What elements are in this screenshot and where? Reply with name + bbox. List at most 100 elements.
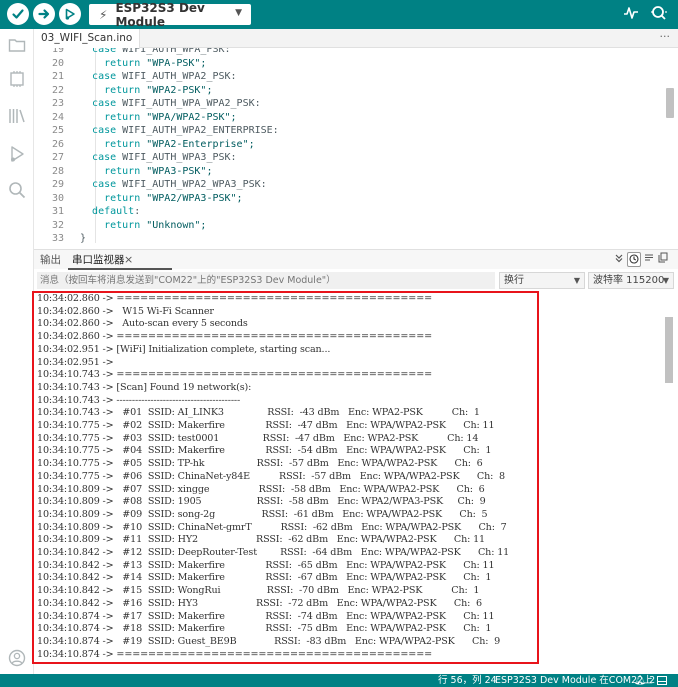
upload-button[interactable]: [33, 3, 55, 25]
serial-line: 10:34:10.874 -> #19 SSID: Guest_BE9B RSS…: [37, 635, 501, 647]
line-number: 24: [51, 111, 64, 123]
file-tab[interactable]: 03_WIFI_Scan.ino: [34, 29, 141, 48]
serial-message-input[interactable]: [37, 272, 495, 289]
line-number: 22: [51, 84, 64, 96]
debug-button[interactable]: [59, 3, 81, 25]
code-text: case WIFI_AUTH_WPA2_ENTERPRISE:: [80, 124, 279, 138]
cursor-position[interactable]: 行 56，列 24: [438, 674, 497, 687]
editor-scrollbar[interactable]: [666, 88, 674, 118]
code-keyword: case: [92, 152, 117, 163]
serial-line: 10:34:02.860 -> W15 Wi-Fi Scanner: [37, 305, 214, 317]
code-line: 33}: [34, 232, 664, 246]
code-text: return "WPA2-PSK";: [80, 84, 212, 98]
chevron-down-icon: ▼: [573, 276, 580, 285]
code-text: case WIFI_AUTH_WPA3_PSK:: [80, 151, 237, 165]
serial-line: 10:34:10.743 -> ========================…: [37, 369, 432, 381]
code-line: 28 return "WPA3-PSK";: [34, 165, 664, 179]
usb-icon: ⚡: [99, 7, 108, 22]
board-selector[interactable]: ⚡ ESP32S3 Dev Module ▼: [89, 1, 251, 29]
search-icon[interactable]: [8, 181, 26, 199]
tab-serial-monitor[interactable]: 串口监视器: [72, 250, 125, 270]
code-rest: WIFI_AUTH_WPA2_ENTERPRISE:: [116, 125, 279, 136]
code-rest: WIFI_AUTH_WPA2_WPA3_PSK:: [116, 179, 267, 190]
profile-icon[interactable]: [8, 649, 26, 667]
line-number: 25: [51, 125, 64, 136]
debug-icon[interactable]: [8, 145, 26, 163]
code-keyword: return: [104, 84, 141, 96]
serial-line: 10:34:10.842 -> #13 SSID: Makerfire RSSI…: [37, 559, 495, 571]
left-sidebar: [0, 29, 34, 674]
code-string: "WPA2/WPA3-PSK";: [146, 192, 243, 204]
serial-line: 10:34:10.809 -> #07 SSID: xingge RSSI: -…: [37, 483, 485, 495]
serial-line: 10:34:02.860 -> ========================…: [37, 331, 432, 343]
tab-output[interactable]: 输出: [40, 250, 61, 270]
code-rest: }: [80, 233, 87, 244]
serial-line: 10:34:10.874 -> ========================…: [37, 648, 432, 660]
timestamp-clock-icon[interactable]: [627, 252, 641, 267]
baud-rate-select[interactable]: 波特率 115200 ▼: [588, 272, 674, 289]
bell-icon: 🔔︎: [634, 675, 647, 686]
code-text: default:: [80, 205, 140, 219]
serial-monitor-button[interactable]: [649, 5, 669, 25]
code-rest: WIFI_AUTH_WPA3_PSK:: [116, 152, 237, 163]
code-string: "Unknown";: [146, 219, 207, 231]
board-port-status[interactable]: ESP32S3 Dev Module 在COM22上: [495, 674, 653, 687]
serial-plotter-button[interactable]: [623, 5, 639, 25]
serial-line: 10:34:02.860 -> ========================…: [37, 293, 432, 304]
copy-output-icon[interactable]: [656, 252, 670, 267]
line-number: 20: [51, 57, 64, 69]
code-keyword: return: [104, 192, 141, 204]
chevron-down-icon: ▼: [662, 276, 669, 285]
code-keyword: return: [104, 111, 141, 123]
serial-line: 10:34:10.775 -> #05 SSID: TP-hk RSSI: -5…: [37, 458, 483, 470]
code-string: "WPA-PSK";: [146, 57, 207, 69]
serial-line: 10:34:10.809 -> #10 SSID: ChinaNet-gmrT …: [37, 521, 507, 533]
sketchbook-folder-icon[interactable]: [8, 36, 26, 54]
code-string: "WPA2-PSK";: [146, 84, 213, 96]
code-line: 22 return "WPA2-PSK";: [34, 84, 664, 98]
search-serial-icon: [651, 6, 667, 20]
boards-manager-icon[interactable]: [8, 70, 26, 88]
serial-output[interactable]: 10:34:02.860 -> ========================…: [34, 292, 678, 662]
verify-button[interactable]: [7, 3, 29, 25]
code-keyword: return: [104, 165, 141, 177]
code-rest: WIFI_AUTH_WPA2_PSK:: [116, 71, 237, 82]
library-manager-icon[interactable]: [8, 107, 26, 125]
serial-scrollbar[interactable]: [665, 317, 673, 383]
serial-line: 10:34:02.860 -> Auto-scan every 5 second…: [37, 318, 248, 330]
code-text: return "WPA-PSK";: [80, 57, 206, 71]
code-editor[interactable]: 19 case WIFI_AUTH_WPA_PSK: 20 return "WPA…: [34, 48, 678, 247]
code-line: 27 case WIFI_AUTH_WPA3_PSK:: [34, 151, 664, 165]
code-line: 23 case WIFI_AUTH_WPA_WPA2_PSK:: [34, 97, 664, 111]
line-number: 21: [51, 71, 64, 82]
notification-bell[interactable]: 🔔︎ 2: [634, 674, 655, 687]
code-string: "WPA3-PSK";: [146, 165, 213, 177]
line-number: 33: [51, 233, 64, 244]
baud-rate-value: 波特率 115200: [593, 275, 665, 286]
code-keyword: default: [92, 206, 135, 217]
line-ending-select[interactable]: 换行 ▼: [499, 272, 585, 289]
line-number: 27: [51, 152, 64, 163]
more-tabs-icon[interactable]: ···: [660, 29, 671, 45]
code-line: 29 case WIFI_AUTH_WPA2_WPA3_PSK:: [34, 178, 664, 192]
code-keyword: return: [104, 138, 141, 150]
message-row: 换行 ▼ 波特率 115200 ▼: [34, 270, 678, 292]
toolbar: ⚡ ESP32S3 Dev Module ▼: [0, 0, 678, 29]
close-icon[interactable]: ×: [124, 250, 133, 270]
serial-line: 10:34:10.743 -> [Scan] Found 19 network(…: [37, 381, 252, 393]
status-bar: 行 56，列 24 ESP32S3 Dev Module 在COM22上 🔔︎ …: [0, 674, 678, 687]
serial-line: 10:34:10.809 -> #09 SSID: song-2g RSSI: …: [37, 508, 488, 520]
serial-line: 10:34:10.842 -> #12 SSID: DeepRouter-Tes…: [37, 547, 510, 558]
chevron-double-down-icon[interactable]: [612, 252, 626, 267]
toggle-panel-icon[interactable]: [657, 674, 667, 687]
code-text: return "WPA2-Enterprise";: [80, 138, 255, 152]
clear-output-icon[interactable]: [642, 252, 656, 267]
